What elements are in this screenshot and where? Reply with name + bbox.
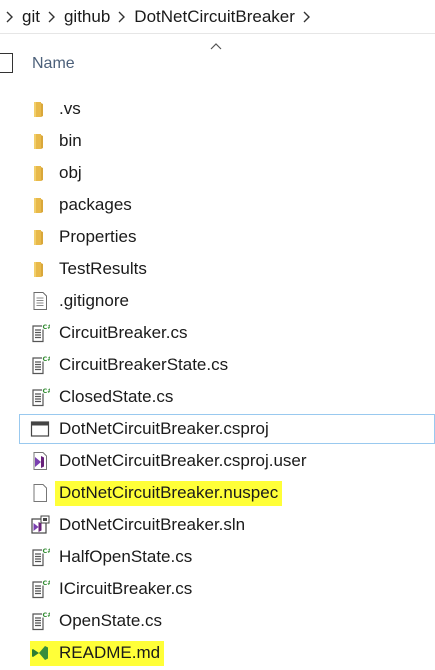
folder-icon — [30, 195, 50, 215]
svg-text:C#: C# — [43, 355, 51, 363]
csharp-file-icon: C# — [30, 355, 53, 375]
file-name: .gitignore — [59, 291, 129, 310]
file-name: .vs — [59, 99, 81, 118]
vscode-file-icon — [30, 643, 50, 663]
breadcrumb-item-github[interactable]: github — [62, 7, 112, 27]
file-name: Properties — [59, 227, 137, 246]
chevron-right-icon[interactable] — [297, 11, 317, 23]
folder-icon — [30, 131, 50, 151]
file-name: README.md — [30, 640, 165, 666]
sln-file-icon — [30, 515, 50, 535]
file-name: DotNetCircuitBreaker.sln — [59, 515, 246, 534]
file-row[interactable]: README.md — [0, 637, 435, 669]
breadcrumb-item-dotnetcircuitbreaker[interactable]: DotNetCircuitBreaker — [132, 7, 297, 27]
file-row[interactable]: C# HalfOpenState.cs — [0, 541, 435, 573]
breadcrumb-item-git[interactable]: git — [20, 7, 42, 27]
file-row[interactable]: C# ClosedState.cs — [0, 381, 435, 413]
file-row[interactable]: DotNetCircuitBreaker.sln — [0, 509, 435, 541]
svg-text:C#: C# — [43, 387, 51, 395]
vs-file-icon — [30, 451, 50, 471]
chevron-right-icon[interactable] — [42, 11, 62, 23]
file-row[interactable]: bin — [0, 125, 435, 157]
csharp-file-icon: C# — [30, 579, 53, 599]
svg-text:C#: C# — [43, 579, 51, 587]
file-row[interactable]: DotNetCircuitBreaker.csproj — [0, 413, 435, 445]
file-row[interactable]: C# OpenState.cs — [0, 605, 435, 637]
file-name: packages — [59, 195, 132, 214]
file-row[interactable]: C# CircuitBreakerState.cs — [0, 349, 435, 381]
csproj-file-icon — [30, 419, 50, 439]
file-name: CircuitBreakerState.cs — [59, 355, 229, 374]
file-name: TestResults — [59, 259, 147, 278]
file-row[interactable]: .vs — [0, 93, 435, 125]
file-name: DotNetCircuitBreaker.nuspec — [55, 480, 283, 506]
file-row[interactable]: obj — [0, 157, 435, 189]
text-file-icon — [30, 291, 50, 311]
file-name: DotNetCircuitBreaker.csproj.user — [59, 451, 307, 470]
file-name: OpenState.cs — [59, 611, 163, 630]
breadcrumb: git github DotNetCircuitBreaker — [0, 0, 435, 34]
file-row[interactable]: C# ICircuitBreaker.cs — [0, 573, 435, 605]
file-row[interactable]: TestResults — [0, 253, 435, 285]
csharp-file-icon: C# — [30, 387, 53, 407]
svg-text:C#: C# — [43, 323, 51, 331]
file-row[interactable]: packages — [0, 189, 435, 221]
folder-icon — [30, 99, 50, 119]
csharp-file-icon: C# — [30, 323, 53, 343]
sort-ascending-icon — [210, 43, 222, 50]
csharp-file-icon: C# — [30, 611, 53, 631]
svg-text:C#: C# — [43, 611, 51, 619]
file-name: CircuitBreaker.cs — [59, 323, 188, 342]
file-name: bin — [59, 131, 82, 150]
file-name: obj — [59, 163, 82, 182]
folder-icon — [30, 259, 50, 279]
blank-file-icon — [30, 483, 50, 503]
file-name: DotNetCircuitBreaker.csproj — [59, 419, 269, 438]
folder-icon — [30, 163, 50, 183]
file-row[interactable]: DotNetCircuitBreaker.csproj.user — [0, 445, 435, 477]
svg-text:C#: C# — [43, 547, 51, 555]
csharp-file-icon: C# — [30, 547, 53, 567]
file-row[interactable]: .gitignore — [0, 285, 435, 317]
select-all-checkbox[interactable] — [0, 53, 13, 73]
chevron-right-icon[interactable] — [112, 11, 132, 23]
file-row[interactable]: C# CircuitBreaker.cs — [0, 317, 435, 349]
folder-icon — [30, 227, 50, 247]
file-name: ClosedState.cs — [59, 387, 174, 406]
file-row[interactable]: DotNetCircuitBreaker.nuspec — [0, 477, 435, 509]
file-name: ICircuitBreaker.cs — [59, 579, 193, 598]
name-column-header[interactable]: Name — [32, 55, 75, 73]
file-row[interactable]: Properties — [0, 221, 435, 253]
chevron-right-icon[interactable] — [0, 11, 20, 23]
file-name: HalfOpenState.cs — [59, 547, 193, 566]
